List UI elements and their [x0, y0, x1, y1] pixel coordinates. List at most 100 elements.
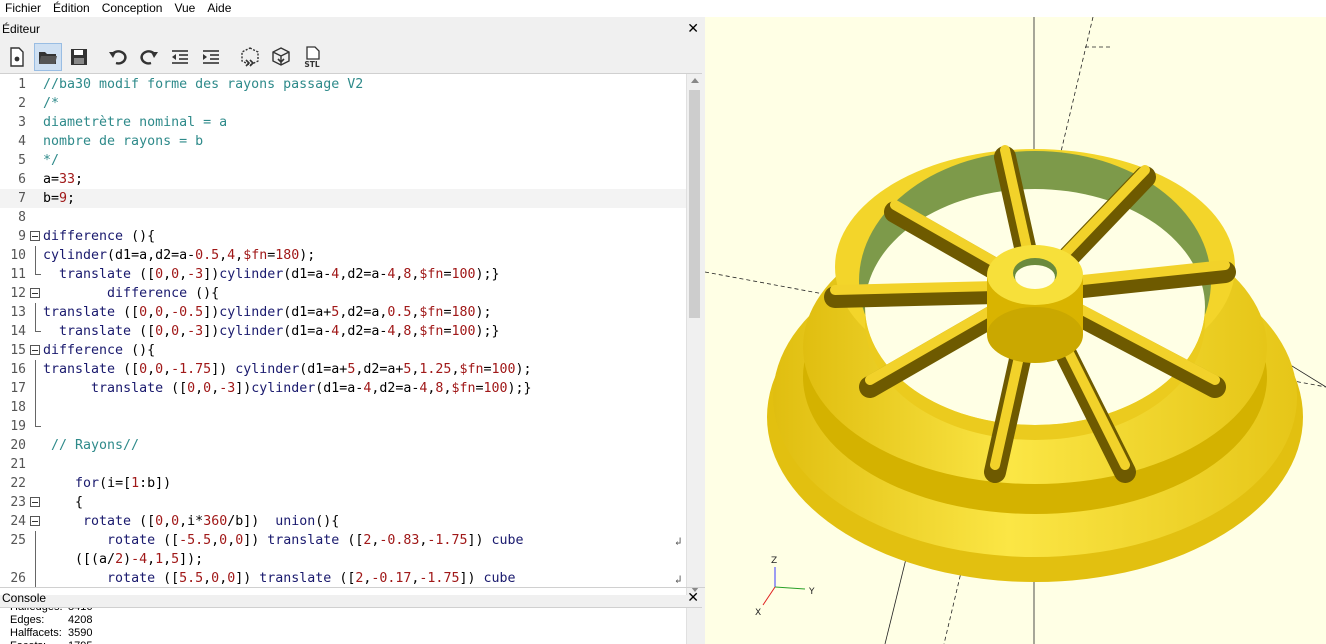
code-line[interactable]: 15 difference (){ [0, 341, 686, 360]
fold-toggle-icon[interactable] [30, 231, 40, 241]
menu-item-0[interactable]: Fichier [0, 0, 47, 17]
code-editor[interactable]: 1 //ba30 modif forme des rayons passage V… [0, 73, 702, 595]
console-value: 4208 [68, 614, 93, 626]
editor-title: Éditeur [2, 22, 41, 36]
console-line: Edges: 4208 [0, 614, 702, 627]
fold-toggle-icon[interactable] [30, 345, 40, 355]
preview-button[interactable] [236, 43, 264, 71]
menu-item-4[interactable]: Aide [201, 0, 237, 17]
scroll-up-icon[interactable] [691, 78, 699, 83]
indent-button[interactable] [197, 43, 225, 71]
export-stl-button[interactable]: STL [298, 43, 326, 71]
code-line[interactable]: 19 [0, 417, 686, 436]
code-text: { [43, 495, 84, 510]
new-file-button[interactable] [3, 43, 31, 71]
code-line[interactable]: 2 /* [0, 94, 686, 113]
code-line[interactable]: 12 difference (){ [0, 284, 686, 303]
code-line[interactable]: 24 rotate ([0,0,i*360/b]) union(){ [0, 512, 686, 531]
new-file-icon [10, 47, 24, 67]
console-title: Console [2, 590, 47, 605]
fold-toggle-icon[interactable] [30, 516, 40, 526]
save-button[interactable] [65, 43, 93, 71]
code-line[interactable]: 13 translate ([0,0,-0.5])cylinder(d1=a+5,… [0, 303, 686, 322]
code-text: difference (){ [107, 286, 220, 301]
fold-toggle-icon[interactable] [30, 497, 40, 507]
line-number: 22 [10, 476, 26, 491]
code-text: rotate ([-5.5,0,0]) translate ([2,-0.83,… [107, 533, 524, 548]
code-text: /* [43, 96, 60, 111]
fold-guide [35, 246, 36, 265]
code-line[interactable]: 7 b=9; [0, 189, 686, 208]
console-close-icon[interactable]: ✕ [687, 590, 699, 604]
console-dock-title: Console ✕ [0, 587, 705, 607]
fold-end [35, 417, 41, 427]
code-line[interactable]: 17 translate ([0,0,-3])cylinder(d1=a-4,d… [0, 379, 686, 398]
export-stl-icon: STL [304, 46, 320, 68]
code-line[interactable]: 25 rotate ([-5.5,0,0]) translate ([2,-0.… [0, 531, 686, 550]
open-file-button[interactable] [34, 43, 62, 71]
code-text: a=33; [43, 172, 84, 187]
code-text: b=9; [43, 191, 76, 206]
fold-guide [35, 569, 36, 588]
code-line[interactable]: 14 translate ([0,0,-3])cylinder(d1=a-4,d… [0, 322, 686, 341]
fold-guide [35, 398, 36, 417]
code-line[interactable]: 11 translate ([0,0,-3])cylinder(d1=a-4,d… [0, 265, 686, 284]
code-line[interactable]: 3 diametrètre nominal = a [0, 113, 686, 132]
code-line[interactable]: 8 [0, 208, 686, 227]
code-text: nombre de rayons = b [43, 134, 204, 149]
line-number: 15 [10, 343, 26, 358]
line-number: 17 [10, 381, 26, 396]
line-number: 20 [10, 438, 26, 453]
axis-gizmo: Z Y X [755, 556, 815, 618]
code-line[interactable]: 26 rotate ([5.5,0,0]) translate ([2,-0.1… [0, 569, 686, 588]
code-line[interactable]: ([(a/2)-4,1,5]); [0, 550, 686, 569]
code-text: ([(a/2)-4,1,5]); [43, 552, 204, 567]
code-line[interactable]: 18 [0, 398, 686, 417]
console-line: Halfedges: 8416 [0, 607, 702, 614]
redo-button[interactable] [135, 43, 163, 71]
fold-guide [35, 360, 36, 379]
editor-close-icon[interactable]: ✕ [687, 21, 699, 35]
menu-item-1[interactable]: Édition [47, 0, 96, 17]
code-line[interactable]: 1 //ba30 modif forme des rayons passage V… [0, 75, 686, 94]
unindent-icon [172, 50, 188, 64]
code-line[interactable]: 10 cylinder(d1=a,d2=a-0.5,4,$fn=180); [0, 246, 686, 265]
code-text: //ba30 modif forme des rayons passage V2 [43, 77, 364, 92]
wheel-model [767, 145, 1303, 582]
scroll-thumb[interactable] [689, 90, 700, 318]
fold-guide [35, 531, 36, 550]
code-line[interactable]: 20 // Rayons// [0, 436, 686, 455]
code-line[interactable]: 6 a=33; [0, 170, 686, 189]
render-button[interactable] [267, 43, 295, 71]
line-number: 5 [18, 153, 26, 168]
line-number: 6 [18, 172, 26, 187]
code-text: // Rayons// [43, 438, 140, 453]
console-scrollbar[interactable] [686, 608, 702, 644]
code-text: for(i=[1:b]) [75, 476, 172, 491]
editor-dock-title: Éditeur ✕ [0, 19, 705, 39]
fold-toggle-icon[interactable] [30, 288, 40, 298]
editor-vertical-scrollbar[interactable] [686, 74, 702, 595]
line-number: 14 [10, 324, 26, 339]
menu-item-2[interactable]: Conception [96, 0, 169, 17]
menu-item-3[interactable]: Vue [168, 0, 201, 17]
preview-icon [241, 47, 259, 67]
code-line[interactable]: 21 [0, 455, 686, 474]
code-text: translate ([0,0,-3])cylinder(d1=a-4,d2=a… [59, 267, 500, 282]
code-line[interactable]: 23 { [0, 493, 686, 512]
code-line[interactable]: 9 difference (){ [0, 227, 686, 246]
3d-viewport[interactable]: Z Y X [705, 17, 1326, 644]
line-number: 8 [18, 210, 26, 225]
fold-end [35, 322, 41, 332]
undo-button[interactable] [104, 43, 132, 71]
code-text: */ [43, 153, 60, 168]
code-line[interactable]: 16 translate ([0,0,-1.75]) cylinder(d1=a+… [0, 360, 686, 379]
unindent-button[interactable] [166, 43, 194, 71]
console-value: 8416 [68, 607, 93, 613]
console-value: 1795 [68, 640, 92, 644]
code-line[interactable]: 4 nombre de rayons = b [0, 132, 686, 151]
line-number: 16 [10, 362, 26, 377]
code-line[interactable]: 22 for(i=[1:b]) [0, 474, 686, 493]
code-line[interactable]: 5 */ [0, 151, 686, 170]
viewport-scene: Z Y X [705, 17, 1326, 644]
